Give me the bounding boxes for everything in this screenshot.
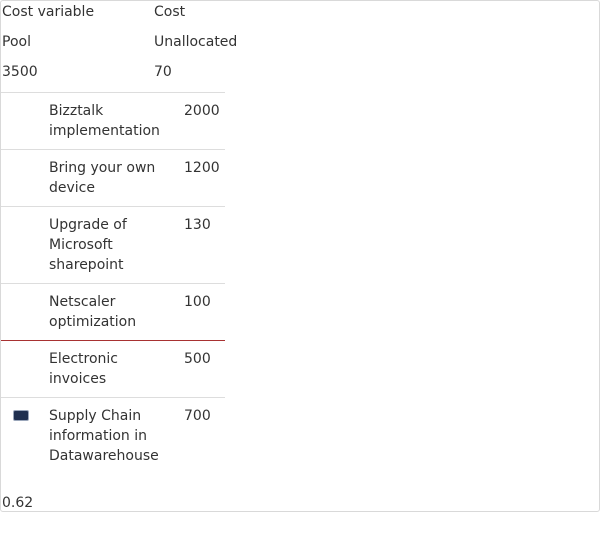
item-value: 100 (184, 294, 211, 310)
cost-allocation-panel: Cost variable Cost Pool Unallocated 3500… (0, 0, 600, 512)
cost-variable-list: Bizztalk implementation 2000 Bring your … (1, 92, 225, 474)
item-name: Electronic invoices (49, 351, 119, 387)
ratio-value: 0.62 (2, 495, 34, 511)
item-name: Bring your own device (49, 160, 156, 196)
item-name: Netscaler optimization (49, 294, 137, 330)
item-value: 130 (184, 217, 211, 233)
checkbox[interactable] (13, 410, 29, 421)
cost-variable-header: Cost variable (2, 4, 95, 20)
item-value: 1200 (184, 160, 220, 176)
pool-value: 3500 (2, 64, 38, 80)
list-item[interactable]: Bring your own device 1200 (1, 149, 225, 206)
list-item[interactable]: Netscaler optimization 100 (1, 283, 225, 340)
item-value: 700 (184, 408, 211, 424)
pool-label: Pool (2, 34, 31, 50)
unallocated-label: Unallocated (154, 34, 238, 50)
item-value: 500 (184, 351, 211, 367)
item-name: Bizztalk implementation (49, 103, 160, 139)
unallocated-value: 70 (154, 64, 172, 80)
item-name: Upgrade of Microsoft sharepoint (49, 217, 127, 273)
list-item[interactable]: Bizztalk implementation 2000 (1, 92, 225, 149)
cost-header: Cost (154, 4, 186, 20)
item-name: Supply Chain information in Datawarehous… (49, 408, 159, 464)
list-item[interactable]: Electronic invoices 500 (1, 340, 225, 397)
list-item[interactable]: Upgrade of Microsoft sharepoint 130 (1, 206, 225, 283)
list-item[interactable]: Supply Chain information in Datawarehous… (1, 397, 225, 474)
item-value: 2000 (184, 103, 220, 119)
